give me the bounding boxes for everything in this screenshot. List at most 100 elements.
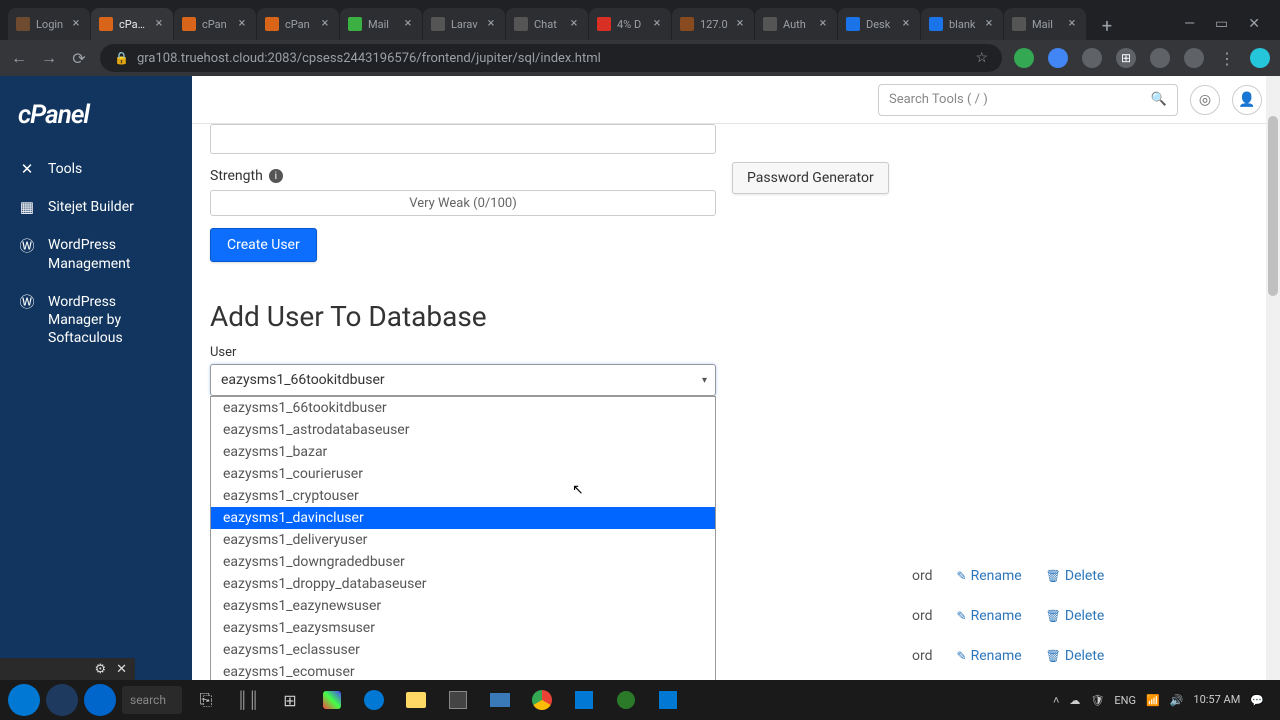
file-explorer-icon[interactable]: [398, 684, 434, 716]
profile-avatar[interactable]: [1250, 48, 1270, 68]
dropdown-option[interactable]: eazysms1_eazynewsuser: [211, 595, 715, 617]
browser-tab[interactable]: cPan×: [174, 8, 256, 40]
search-tools-input[interactable]: Search Tools ( / ) 🔍: [878, 84, 1178, 116]
browser-tab[interactable]: 127.0×: [672, 8, 754, 40]
taskbar-search[interactable]: search: [122, 686, 182, 714]
user-dropdown[interactable]: eazysms1_66tookitdbusereazysms1_astrodat…: [210, 396, 716, 680]
close-icon[interactable]: ✕: [116, 662, 127, 677]
close-icon[interactable]: ×: [900, 18, 912, 30]
browser-tab[interactable]: Mail×: [1004, 8, 1086, 40]
password-input[interactable]: [210, 124, 716, 154]
task-view-icon[interactable]: ⊞: [272, 684, 308, 716]
dropdown-option[interactable]: eazysms1_courieruser: [211, 463, 715, 485]
mail-icon[interactable]: [482, 684, 518, 716]
taskbar-app-icon[interactable]: ⎘: [188, 684, 224, 716]
close-icon[interactable]: ×: [734, 18, 746, 30]
browser-tab[interactable]: blank×: [921, 8, 1003, 40]
dropdown-option[interactable]: eazysms1_cryptouser: [211, 485, 715, 507]
clock[interactable]: 10:57 AM: [1193, 693, 1240, 706]
user-select[interactable]: eazysms1_66tookitdbuser ▾: [210, 364, 716, 396]
close-icon[interactable]: ×: [402, 18, 414, 30]
menu-icon[interactable]: ⋮: [1218, 49, 1236, 67]
taskbar-icon[interactable]: [46, 684, 78, 716]
dropdown-option[interactable]: eazysms1_davincluser: [211, 507, 715, 529]
browser-tab[interactable]: Auth×: [755, 8, 837, 40]
maximize-icon[interactable]: ▭: [1215, 16, 1228, 32]
bookmark-star-icon[interactable]: ☆: [975, 50, 988, 66]
sidebar-item-sitejet[interactable]: ▦Sitejet Builder: [0, 188, 192, 226]
scrollbar-thumb[interactable]: [1268, 116, 1278, 296]
chrome-icon[interactable]: [524, 684, 560, 716]
window-close-icon[interactable]: ✕: [1248, 16, 1260, 32]
delete-link[interactable]: 🗑Delete: [1046, 648, 1105, 664]
browser-tab[interactable]: Chat×: [506, 8, 588, 40]
sidebar-item-wp-management[interactable]: ⓌWordPress Management: [0, 226, 192, 282]
close-icon[interactable]: ×: [236, 18, 248, 30]
close-icon[interactable]: ×: [651, 18, 663, 30]
url-field[interactable]: 🔒 gra108.truehost.cloud:2083/cpsess24431…: [100, 44, 1002, 72]
dropdown-option[interactable]: eazysms1_eazysmsuser: [211, 617, 715, 639]
gear-icon[interactable]: ⚙: [94, 662, 106, 677]
close-icon[interactable]: ×: [319, 18, 331, 30]
sidebar-item-wp-manager[interactable]: ⓌWordPress Manager by Softaculous: [0, 283, 192, 358]
delete-link[interactable]: 🗑Delete: [1046, 568, 1105, 584]
info-icon[interactable]: i: [269, 169, 283, 183]
browser-tab[interactable]: Mail×: [340, 8, 422, 40]
dropdown-option[interactable]: eazysms1_bazar: [211, 441, 715, 463]
system-tray[interactable]: ˄ ☁ 🛡 ENG 📶 🔊 10:57 AM 💬: [1053, 693, 1272, 706]
lang-indicator[interactable]: ENG: [1114, 694, 1136, 707]
taskbar-app-icon[interactable]: ║║: [230, 684, 266, 716]
dropdown-option[interactable]: eazysms1_66tookitdbuser: [211, 397, 715, 419]
forward-icon[interactable]: →: [40, 49, 58, 67]
close-icon[interactable]: ×: [70, 18, 82, 30]
sidebar-item-tools[interactable]: ✕Tools: [0, 150, 192, 188]
page-scrollbar[interactable]: [1266, 76, 1280, 680]
vscode-icon[interactable]: [566, 684, 602, 716]
create-user-button[interactable]: Create User: [210, 228, 317, 262]
browser-tab-active[interactable]: cPane×: [91, 8, 173, 40]
extension-icon[interactable]: [1082, 48, 1102, 68]
extension-icon[interactable]: [1048, 48, 1068, 68]
dropdown-option[interactable]: eazysms1_deliveryuser: [211, 529, 715, 551]
rename-link[interactable]: ✎Rename: [957, 648, 1022, 664]
reload-icon[interactable]: ⟳: [70, 49, 88, 67]
tray-icon[interactable]: 🛡: [1090, 694, 1104, 707]
password-generator-button[interactable]: Password Generator: [732, 162, 889, 194]
store-icon[interactable]: [440, 684, 476, 716]
dropdown-option[interactable]: eazysms1_ecomuser: [211, 661, 715, 680]
delete-link[interactable]: 🗑Delete: [1046, 608, 1105, 624]
back-icon[interactable]: ←: [10, 49, 28, 67]
extension-icon[interactable]: [1014, 48, 1034, 68]
close-icon[interactable]: ×: [568, 18, 580, 30]
new-tab-button[interactable]: +: [1093, 12, 1121, 40]
rename-link[interactable]: ✎Rename: [957, 608, 1022, 624]
browser-tab[interactable]: Desk×: [838, 8, 920, 40]
close-icon[interactable]: ×: [153, 18, 165, 30]
close-icon[interactable]: ×: [1066, 18, 1078, 30]
minimize-icon[interactable]: —: [1184, 16, 1195, 32]
browser-tab[interactable]: Login×: [8, 8, 90, 40]
start-button[interactable]: [8, 684, 40, 716]
cpanel-logo[interactable]: cPanel: [0, 92, 192, 150]
close-icon[interactable]: ×: [983, 18, 995, 30]
browser-tab[interactable]: 4% D×: [589, 8, 671, 40]
edge-icon[interactable]: [356, 684, 392, 716]
extension-icon[interactable]: [1150, 48, 1170, 68]
taskbar-app-icon[interactable]: [314, 684, 350, 716]
wifi-icon[interactable]: 📶: [1146, 694, 1160, 707]
browser-tab[interactable]: cPan×: [257, 8, 339, 40]
tray-icon[interactable]: ☁: [1069, 694, 1080, 707]
taskbar-app-icon[interactable]: [650, 684, 686, 716]
dropdown-option[interactable]: eazysms1_astrodatabaseuser: [211, 419, 715, 441]
tray-chevron-icon[interactable]: ˄: [1053, 694, 1059, 707]
close-icon[interactable]: ×: [485, 18, 497, 30]
taskbar-app-icon[interactable]: [608, 684, 644, 716]
notifications-icon[interactable]: 💬: [1250, 694, 1264, 707]
dropdown-option[interactable]: eazysms1_droppy_databaseuser: [211, 573, 715, 595]
account-button[interactable]: 👤: [1232, 85, 1262, 115]
dropdown-option[interactable]: eazysms1_eclassuser: [211, 639, 715, 661]
puzzle-icon[interactable]: ⊞: [1116, 48, 1136, 68]
extension-icon[interactable]: [1184, 48, 1204, 68]
close-icon[interactable]: ×: [817, 18, 829, 30]
browser-tab[interactable]: Larav×: [423, 8, 505, 40]
